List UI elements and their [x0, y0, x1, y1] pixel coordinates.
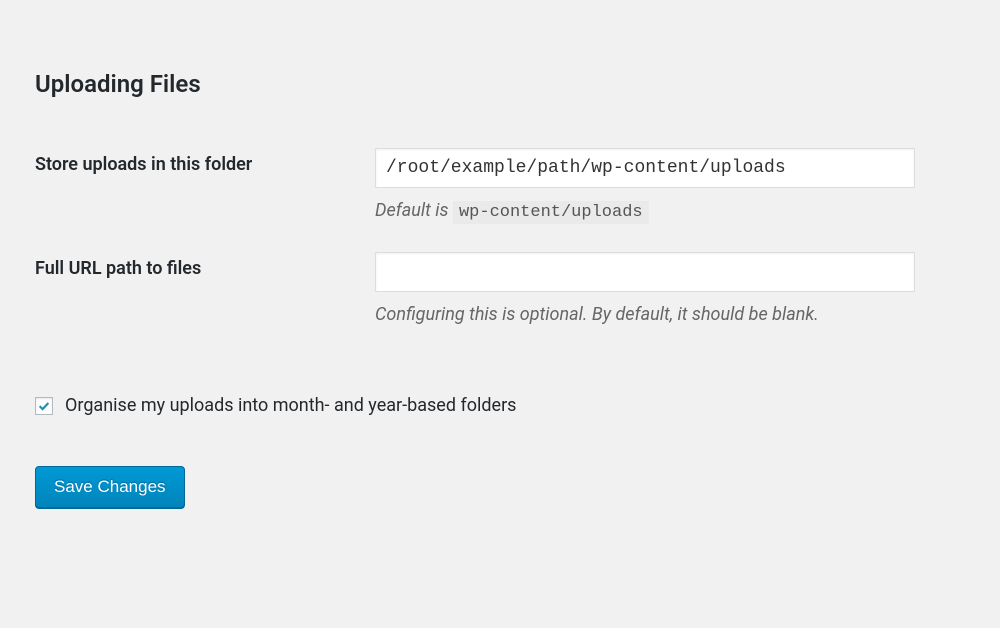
upload-path-help-code: wp-content/uploads — [453, 201, 649, 224]
url-path-input[interactable] — [375, 252, 915, 292]
url-path-help: Configuring this is optional. By default… — [375, 304, 965, 325]
organize-uploads-label[interactable]: Organise my uploads into month- and year… — [65, 395, 516, 416]
save-changes-button[interactable]: Save Changes — [35, 466, 185, 508]
upload-path-help: Default is wp-content/uploads — [375, 200, 965, 222]
organize-uploads-checkbox[interactable] — [35, 397, 53, 415]
upload-path-label: Store uploads in this folder — [35, 148, 375, 252]
check-icon — [37, 399, 51, 413]
url-path-label: Full URL path to files — [35, 252, 375, 355]
upload-path-input[interactable] — [375, 148, 915, 188]
section-heading: Uploading Files — [35, 70, 965, 98]
